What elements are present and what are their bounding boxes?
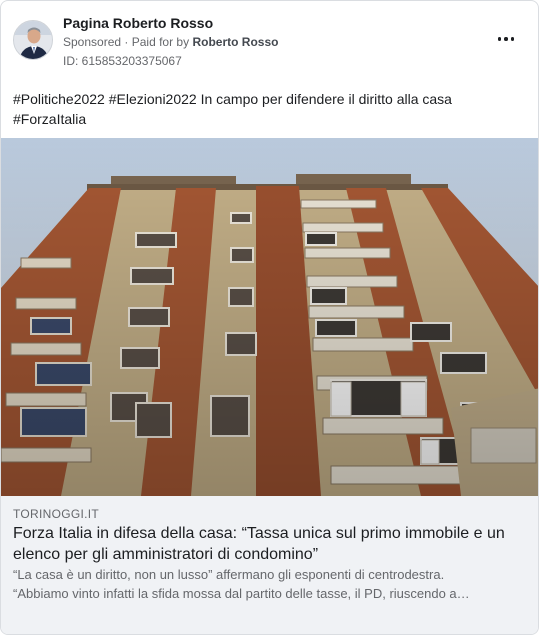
link-description-line: “La casa è un diritto, non un lusso” aff… [13,567,445,582]
link-domain: TORINOGGI.IT [13,507,100,521]
more-dot [510,37,515,41]
ad-card: Pagina Roberto Rosso Sponsored · Paid fo… [0,0,539,635]
paid-for-prefix: Paid for by [131,35,190,49]
more-dot [504,37,508,41]
sponsored-line: Sponsored · Paid for by Roberto Rosso [63,35,278,49]
building-photo [1,138,538,496]
link-preview[interactable]: TORINOGGI.IT Forza Italia in difesa dell… [1,496,538,634]
page-name[interactable]: Pagina Roberto Rosso [63,15,213,31]
paid-for-name[interactable]: Roberto Rosso [192,35,278,49]
separator-dot: · [124,35,132,49]
link-description-line: “Abbiamo vinto infatti la sfida mossa da… [13,586,470,601]
link-description: “La casa è un diritto, non un lusso” aff… [13,565,528,603]
post-text-line: #ForzaItalia [13,111,87,127]
post-header: Pagina Roberto Rosso Sponsored · Paid fo… [13,15,526,71]
post-text: #Politiche2022 #Elezioni2022 In campo pe… [13,89,525,129]
more-options-button[interactable] [494,29,518,49]
ad-id: ID: 615853203375067 [63,54,182,68]
more-dot [497,37,502,41]
post-image[interactable] [1,138,538,496]
post-text-line: #Politiche2022 #Elezioni2022 In campo pe… [13,91,452,107]
avatar-portrait-icon [14,21,52,59]
link-title[interactable]: Forza Italia in difesa della casa: “Tass… [13,523,528,565]
sponsored-label: Sponsored [63,35,122,49]
page-avatar[interactable] [13,20,53,60]
